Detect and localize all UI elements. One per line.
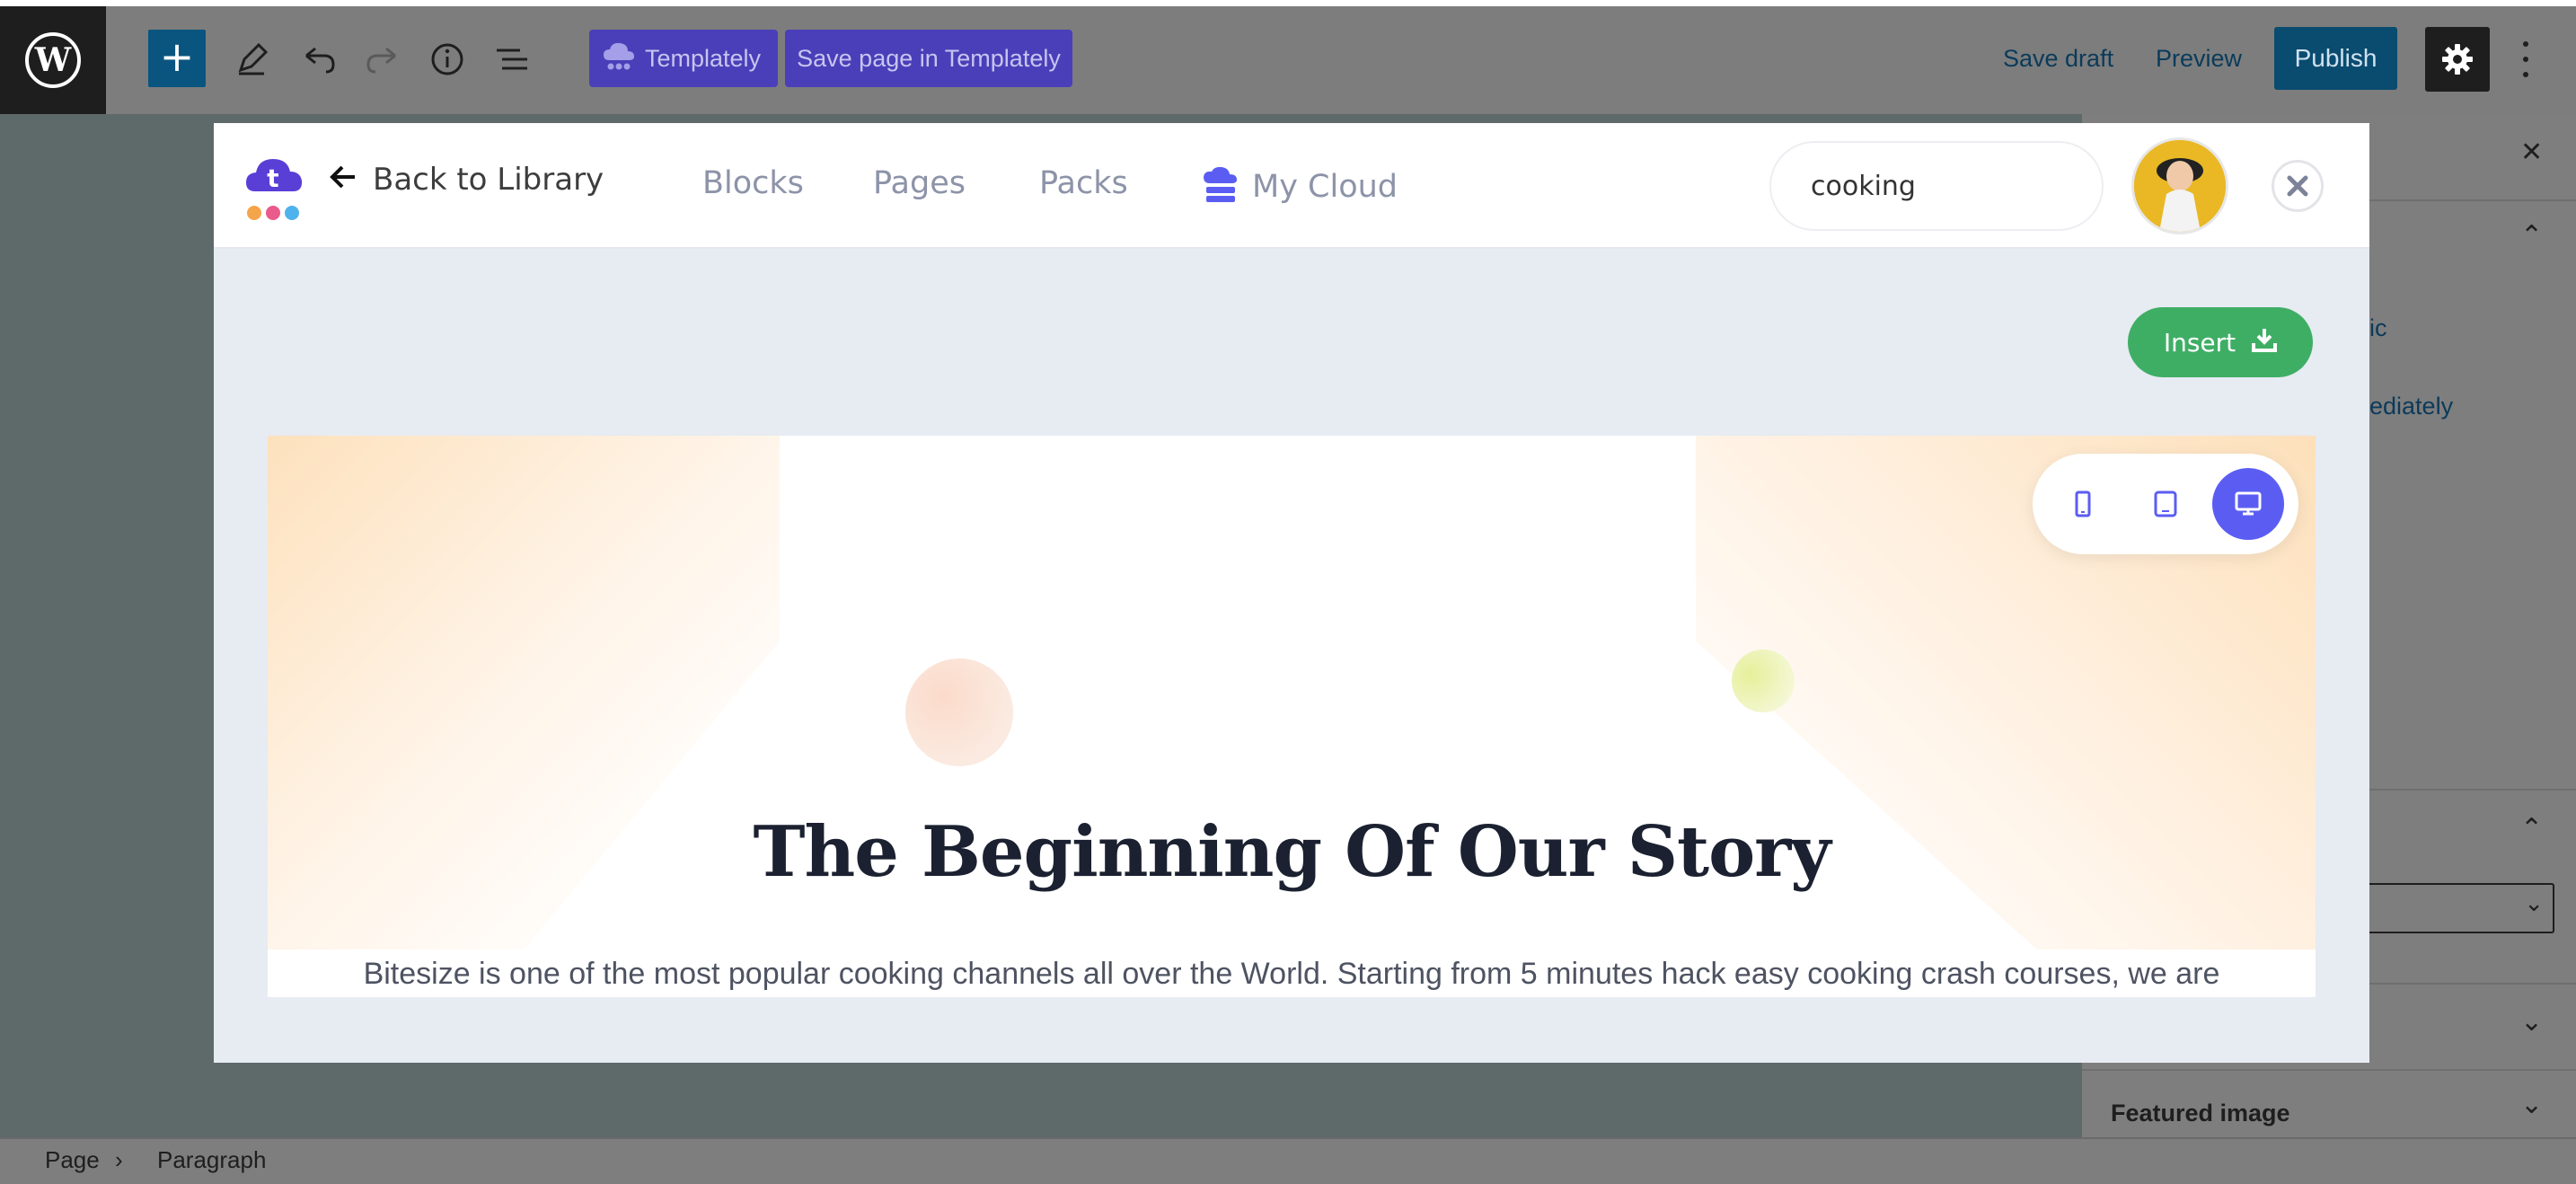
arrow-left-icon <box>330 162 357 198</box>
chevron-down-icon: ⌄ <box>2524 890 2544 917</box>
tab-pages[interactable]: Pages <box>873 165 966 201</box>
templately-logo-icon: t <box>243 148 311 225</box>
sidebar-select[interactable]: ⌄ <box>2369 883 2554 933</box>
preview-paragraph: Bitesize is one of the most popular cook… <box>363 957 2220 991</box>
preview-heading: The Beginning Of Our Story <box>753 811 1831 893</box>
publish-button[interactable]: Publish <box>2274 27 2397 90</box>
breadcrumb-page[interactable]: Page <box>45 1146 100 1174</box>
mobile-device-icon[interactable] <box>2047 468 2119 540</box>
sidebar-text-fragment-2[interactable]: ediately <box>2369 393 2453 420</box>
tab-blocks[interactable]: Blocks <box>702 165 804 201</box>
add-block-button[interactable]: + <box>148 30 206 87</box>
sidebar-close-icon[interactable]: ✕ <box>2520 137 2543 168</box>
cloud-server-icon <box>1202 165 1239 208</box>
templately-cloud-icon <box>602 40 636 77</box>
decorative-circle <box>1732 649 1795 712</box>
featured-image-panel-title[interactable]: Featured image <box>2111 1100 2290 1127</box>
template-preview: The Beginning Of Our Story Bitesize is o… <box>268 436 2316 997</box>
back-to-library-label: Back to Library <box>373 162 604 198</box>
panel-collapse-chevron-icon[interactable]: ⌃ <box>2520 813 2543 844</box>
block-breadcrumb-bar <box>0 1137 2576 1184</box>
preview-button[interactable]: Preview <box>2156 45 2242 73</box>
desktop-device-icon[interactable] <box>2212 468 2284 540</box>
breadcrumb-paragraph[interactable]: Paragraph <box>157 1146 266 1174</box>
settings-gear-icon[interactable] <box>2425 27 2490 92</box>
sidebar-text-fragment[interactable]: ic <box>2369 314 2387 342</box>
close-modal-icon[interactable] <box>2272 160 2324 212</box>
panel-collapse-chevron-icon[interactable]: ⌃ <box>2520 220 2543 252</box>
back-to-library-link[interactable]: Back to Library <box>330 162 604 198</box>
list-view-icon[interactable] <box>487 34 537 84</box>
insert-label: Insert <box>2163 327 2236 358</box>
redo-icon[interactable] <box>357 34 408 84</box>
tab-packs[interactable]: Packs <box>1039 165 1128 201</box>
panel-expand-chevron-icon[interactable]: ⌄ <box>2520 1006 2543 1038</box>
responsive-device-switcher <box>2033 454 2298 554</box>
svg-text:W: W <box>34 41 72 79</box>
templately-label: Templately <box>645 44 762 72</box>
sidebar-divider <box>2082 1069 2576 1071</box>
insert-button[interactable]: Insert <box>2128 307 2313 377</box>
save-draft-button[interactable]: Save draft <box>2003 45 2113 73</box>
wordpress-logo-icon[interactable]: W <box>0 6 106 114</box>
tab-my-cloud[interactable]: My Cloud <box>1202 165 1398 208</box>
options-kebab-icon[interactable] <box>2515 36 2536 83</box>
breadcrumb-separator-icon: › <box>115 1146 123 1173</box>
svg-text:t: t <box>267 163 278 193</box>
user-avatar[interactable] <box>2131 137 2228 234</box>
download-icon <box>2252 327 2278 358</box>
undo-icon[interactable] <box>294 34 344 84</box>
templately-button[interactable]: Templately <box>589 30 778 87</box>
tab-my-cloud-label: My Cloud <box>1252 169 1398 205</box>
edit-pencil-icon[interactable] <box>226 34 277 84</box>
panel-expand-chevron-icon[interactable]: ⌄ <box>2520 1089 2543 1120</box>
decorative-circle <box>905 658 1013 766</box>
search-value: cooking <box>1811 170 1916 202</box>
details-info-icon[interactable] <box>422 34 472 84</box>
tablet-device-icon[interactable] <box>2130 468 2201 540</box>
save-page-in-templately-button[interactable]: Save page in Templately <box>785 30 1072 87</box>
search-input[interactable]: cooking <box>1769 141 2104 231</box>
